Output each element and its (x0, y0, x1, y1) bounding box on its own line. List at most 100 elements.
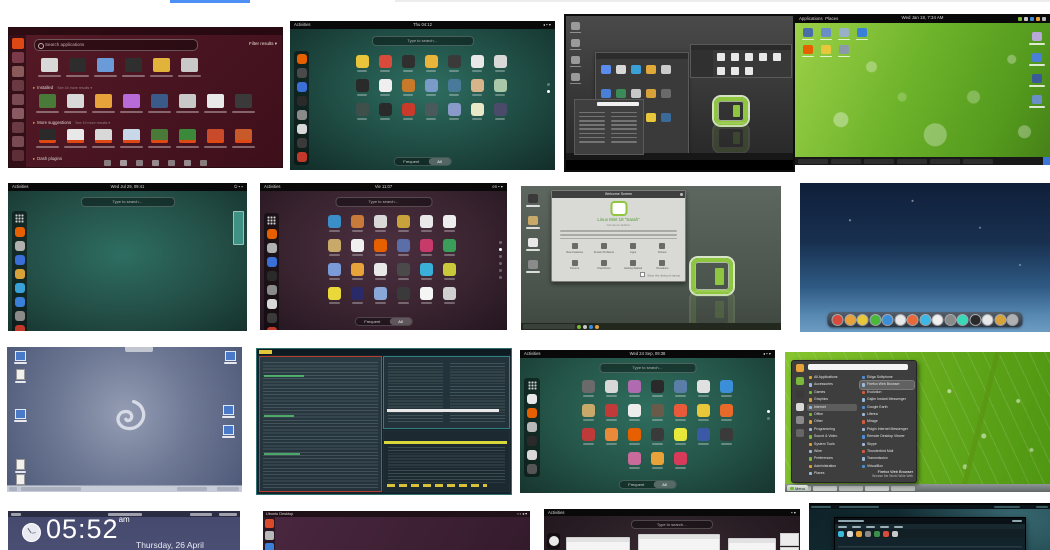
activities-button[interactable]: Activities (524, 350, 541, 358)
result-thumbnail-kde-dark-desktop[interactable] (809, 503, 1050, 550)
activities-button[interactable]: Activities (294, 21, 311, 29)
result-thumbnail-gnome-app-grid-teal2[interactable]: Activities Wed 24 Sep, 09:38 ◂ ▪ ▾ Type … (520, 350, 775, 493)
startup-checkbox[interactable]: Show this dialog at startup (640, 272, 680, 277)
result-thumbnail-gnome-overview-teal[interactable]: Activities Wed Jul 29, 09:41 ⏻ ▪ ▾ Type … (8, 183, 247, 331)
all-tab[interactable]: All (389, 318, 412, 325)
taskbar (795, 157, 1050, 165)
section-label: ▸ Dash plugins (33, 156, 63, 161)
search-input[interactable]: Search applications (34, 39, 198, 51)
result-thumbnail-unity-dash[interactable]: Search applications Filter results ▾ ▸ In… (8, 27, 283, 168)
desktop-icons-right (1029, 32, 1045, 108)
clock: Wed 24 Sep, 09:38 (629, 351, 666, 356)
side-panel (780, 533, 799, 546)
result-thumbnail-deepin-desktop[interactable] (800, 183, 1050, 332)
view-switcher[interactable]: Frequent All (354, 317, 413, 326)
result-thumbnail-mint-dark-desktop[interactable] (564, 14, 795, 172)
workspace-preview[interactable] (233, 211, 244, 245)
sidebar (691, 50, 713, 77)
frequent-tab[interactable]: Frequent (394, 158, 428, 165)
desktop-icon[interactable] (14, 409, 27, 422)
desktop-icon[interactable] (15, 474, 26, 488)
icon-row (601, 89, 671, 98)
dock (294, 51, 309, 165)
desktop-icons (526, 194, 540, 273)
menu-search-input[interactable] (808, 364, 908, 370)
menu-apps[interactable]: Ekiga Softphone Firefox Web Browser Evolut… (859, 374, 915, 470)
result-thumbnail-tiling-terminals[interactable] (256, 348, 512, 495)
clock-time: 05:52am (46, 514, 130, 544)
desktop-icon[interactable] (15, 459, 26, 473)
result-thumbnail-debian-desktop[interactable] (7, 347, 242, 492)
menu-button[interactable]: Menu (787, 485, 809, 491)
header-divider (395, 0, 1050, 2)
filter-results-link[interactable]: Filter results ▾ (249, 41, 277, 47)
search-input[interactable]: Type to search… (599, 363, 696, 373)
clock: Vie 11:07 (374, 184, 393, 189)
view-switcher[interactable]: Frequent All (618, 480, 677, 489)
terminal-pane-files (383, 356, 510, 429)
desktop-icon[interactable] (222, 405, 235, 418)
menu-column (579, 109, 605, 145)
activities-button[interactable]: Activities (548, 509, 565, 516)
panel-menus[interactable]: Applications Places (799, 14, 838, 23)
desktop-icon[interactable] (222, 425, 235, 438)
search-input[interactable]: Type to search… (80, 197, 175, 207)
desktop-icon[interactable] (15, 369, 26, 383)
window-thumbnail[interactable] (566, 537, 630, 550)
mint-emblem-icon (610, 201, 627, 216)
system-tray (1018, 14, 1046, 23)
menu-categories[interactable]: All Applications Accessories Games Graphics… (807, 374, 857, 477)
taskbar (521, 323, 781, 330)
activities-button[interactable]: Activities (12, 183, 29, 191)
result-thumbnail-gnome-window-overview[interactable]: Activities ▪ ▾ Type to search… (544, 509, 800, 550)
all-tab[interactable]: All (428, 158, 451, 165)
result-thumbnail-mint-green-desktop[interactable]: Applications Places Wed Jan 18, 7:34 AM (795, 14, 1050, 165)
status-icons: ◂ ▪ ▾ (542, 22, 551, 27)
result-thumbnail-mint-menu-leaf[interactable]: All Applications Accessories Games Graphics… (785, 352, 1050, 492)
dash-app-row (38, 58, 201, 77)
frequent-tab[interactable]: Frequent (619, 481, 653, 488)
result-thumbnail-mint-welcome-screen[interactable]: Welcome Screen Linux Mint 18 "Sarah" Cin… (521, 186, 781, 330)
page-dots (767, 410, 770, 420)
debian-swirl-logo (116, 399, 146, 431)
desktop-icon[interactable] (224, 351, 237, 364)
gnome-top-bar: Activities ▪ ▾ (544, 509, 800, 516)
app-grid (575, 378, 740, 474)
dash-app-row (36, 129, 255, 148)
search-input[interactable]: Type to search… (371, 36, 474, 46)
desktop-icon[interactable] (14, 351, 27, 364)
active-tab-underline (170, 0, 250, 3)
clock-date: Thursday, 26 April (136, 540, 204, 550)
mint-logo (691, 258, 733, 294)
wm-status-bar (257, 349, 511, 355)
unity-launcher (9, 35, 26, 167)
window-thumbnail[interactable] (638, 534, 720, 550)
taskbar-window-button[interactable] (523, 324, 575, 329)
top-tab (125, 347, 153, 352)
result-thumbnail-gnome-app-grid-purple[interactable]: Activities Vie 11:07 en ▪ ▾ Type to sear… (260, 183, 507, 330)
show-apps-icon[interactable] (15, 214, 24, 223)
activities-button[interactable]: Activities (264, 183, 281, 191)
frequent-tab[interactable]: Frequent (355, 318, 389, 325)
search-input[interactable]: Type to search… (631, 520, 713, 529)
show-apps-icon[interactable] (527, 381, 537, 390)
app-grid (346, 53, 516, 125)
search-input[interactable]: Type to search… (335, 197, 432, 207)
close-icon[interactable] (680, 193, 683, 196)
status-icons: en ▪ ▾ (492, 184, 503, 189)
mint-logo-reflection (714, 124, 748, 152)
result-thumbnail-lock-screen-clock[interactable]: 05:52am Thursday, 26 April (8, 511, 240, 550)
show-desktop-corner (1043, 157, 1050, 165)
gnome-top-bar: Activities Vie 11:07 en ▪ ▾ (260, 183, 507, 191)
view-switcher[interactable]: Frequent All (393, 157, 452, 166)
file-manager-window (690, 44, 792, 78)
menu-search-input (597, 102, 639, 106)
result-thumbnail-gnome-app-grid-teal[interactable]: Activities Thu 04:12 ◂ ▪ ▾ Type to searc… (290, 21, 555, 170)
gnome-top-bar: Activities Wed Jul 29, 09:41 ⏻ ▪ ▾ (8, 183, 247, 191)
window-thumbnail[interactable] (728, 538, 776, 550)
welcome-window: Welcome Screen Linux Mint 18 "Sarah" Cin… (551, 190, 686, 282)
all-tab[interactable]: All (653, 481, 676, 488)
show-apps-icon[interactable] (267, 216, 276, 225)
result-thumbnail-ubuntu-desktop[interactable]: Ubuntu Desktop ▪ ▪ ◂ ▾ (263, 511, 530, 550)
selected-app-info: Firefox Web Browser Browse the World Wid… (872, 469, 913, 479)
